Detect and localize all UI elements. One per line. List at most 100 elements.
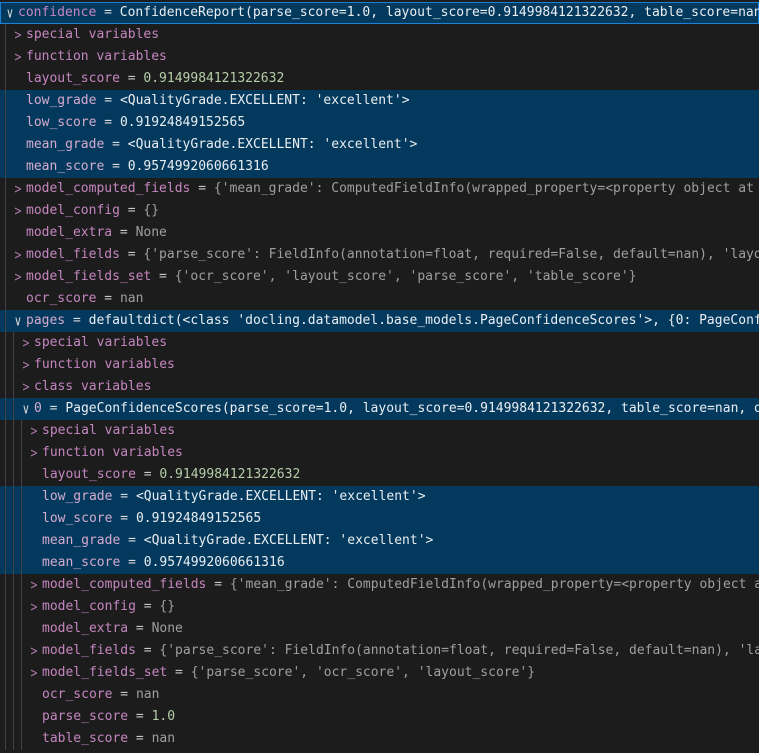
equals-sign: = bbox=[136, 596, 159, 618]
chevron-collapsed-icon[interactable]: > bbox=[10, 266, 25, 288]
variable-row[interactable]: model_extra = None bbox=[0, 222, 759, 244]
variable-row[interactable]: > model_fields = {'parse_score': FieldIn… bbox=[0, 244, 759, 266]
chevron-expanded-icon[interactable]: ∨ bbox=[10, 310, 25, 332]
variable-name: model_computed_fields bbox=[26, 178, 190, 200]
variable-name: ocr_score bbox=[26, 288, 96, 310]
variable-row[interactable]: parse_score = 1.0 bbox=[0, 706, 759, 728]
variable-row[interactable]: ∨ pages = defaultdict(<class 'docling.da… bbox=[0, 310, 759, 332]
variable-row[interactable]: low_grade = <QualityGrade.EXCELLENT: 'ex… bbox=[0, 486, 759, 508]
chevron-collapsed-icon[interactable]: > bbox=[26, 596, 41, 618]
chevron-collapsed-icon[interactable]: > bbox=[10, 178, 25, 200]
variable-value: defaultdict(<class 'docling.datamodel.ba… bbox=[89, 310, 759, 332]
variable-name: class variables bbox=[34, 376, 151, 398]
chevron-collapsed-icon[interactable]: > bbox=[26, 574, 41, 596]
variable-row[interactable]: > model_config = {} bbox=[0, 596, 759, 618]
variable-row[interactable]: > class variables bbox=[0, 376, 759, 398]
variable-name: function variables bbox=[34, 354, 175, 376]
chevron-collapsed-icon[interactable]: > bbox=[26, 420, 41, 442]
equals-sign: = bbox=[120, 244, 143, 266]
variable-row[interactable]: low_score = 0.91924849152565 bbox=[0, 112, 759, 134]
variable-row[interactable]: ocr_score = nan bbox=[0, 288, 759, 310]
equals-sign: = bbox=[128, 618, 151, 640]
variable-name: model_fields bbox=[42, 640, 136, 662]
variable-value: None bbox=[152, 618, 183, 640]
equals-sign: = bbox=[120, 68, 143, 90]
variable-value: <QualityGrade.EXCELLENT: 'excellent'> bbox=[144, 530, 434, 552]
chevron-collapsed-icon[interactable]: > bbox=[26, 442, 41, 464]
variable-row[interactable]: > model_config = {} bbox=[0, 200, 759, 222]
equals-sign: = bbox=[128, 706, 151, 728]
variable-value: <QualityGrade.EXCELLENT: 'excellent'> bbox=[128, 134, 418, 156]
variable-name: special variables bbox=[26, 24, 159, 46]
variable-value: {'parse_score': FieldInfo(annotation=flo… bbox=[143, 244, 759, 266]
chevron-collapsed-icon[interactable]: > bbox=[10, 200, 25, 222]
variable-row[interactable]: layout_score = 0.9149984121322632 bbox=[0, 464, 759, 486]
variable-value: 0.91924849152565 bbox=[136, 508, 261, 530]
variable-row[interactable]: > function variables bbox=[0, 354, 759, 376]
chevron-collapsed-icon[interactable]: > bbox=[10, 24, 25, 46]
variable-value: <QualityGrade.EXCELLENT: 'excellent'> bbox=[120, 90, 410, 112]
debug-variables-panel: ∨ confidence = ConfidenceReport(parse_sc… bbox=[0, 0, 759, 753]
variable-value: {} bbox=[159, 596, 175, 618]
chevron-collapsed-icon[interactable]: > bbox=[18, 376, 33, 398]
variable-value: 0.9574992060661316 bbox=[144, 552, 285, 574]
chevron-collapsed-icon[interactable]: > bbox=[26, 640, 41, 662]
variable-row[interactable]: table_score = nan bbox=[0, 728, 759, 750]
variable-value: {'ocr_score', 'layout_score', 'parse_sco… bbox=[175, 266, 637, 288]
variable-row[interactable]: > function variables bbox=[0, 442, 759, 464]
variable-row[interactable]: low_score = 0.91924849152565 bbox=[0, 508, 759, 530]
variable-value: nan bbox=[136, 684, 159, 706]
variable-row[interactable]: > model_computed_fields = {'mean_grade':… bbox=[0, 574, 759, 596]
chevron-collapsed-icon[interactable]: > bbox=[18, 354, 33, 376]
equals-sign: = bbox=[96, 288, 119, 310]
variable-name: model_extra bbox=[42, 618, 128, 640]
equals-sign: = bbox=[120, 530, 143, 552]
variable-name: confidence bbox=[18, 2, 96, 24]
variable-row[interactable]: ∨ confidence = ConfidenceReport(parse_sc… bbox=[0, 2, 759, 24]
variable-name: special variables bbox=[34, 332, 167, 354]
variable-row[interactable]: > special variables bbox=[0, 420, 759, 442]
variable-name: low_grade bbox=[26, 90, 96, 112]
variable-row[interactable]: > special variables bbox=[0, 332, 759, 354]
chevron-collapsed-icon[interactable]: > bbox=[10, 46, 25, 68]
variable-name: pages bbox=[26, 310, 65, 332]
equals-sign: = bbox=[136, 640, 159, 662]
chevron-collapsed-icon[interactable]: > bbox=[26, 662, 41, 684]
variable-name: mean_grade bbox=[42, 530, 120, 552]
variable-value: None bbox=[136, 222, 167, 244]
variable-name: model_extra bbox=[26, 222, 112, 244]
variable-name: function variables bbox=[42, 442, 183, 464]
variable-row[interactable]: model_extra = None bbox=[0, 618, 759, 640]
equals-sign: = bbox=[128, 728, 151, 750]
variable-row[interactable]: mean_score = 0.9574992060661316 bbox=[0, 552, 759, 574]
variable-row[interactable]: mean_grade = <QualityGrade.EXCELLENT: 'e… bbox=[0, 134, 759, 156]
chevron-expanded-icon[interactable]: ∨ bbox=[2, 2, 17, 24]
variable-row[interactable]: mean_score = 0.9574992060661316 bbox=[0, 156, 759, 178]
chevron-collapsed-icon[interactable]: > bbox=[18, 332, 33, 354]
equals-sign: = bbox=[120, 552, 143, 574]
variable-row[interactable]: mean_grade = <QualityGrade.EXCELLENT: 'e… bbox=[0, 530, 759, 552]
variable-row[interactable]: ocr_score = nan bbox=[0, 684, 759, 706]
variable-row[interactable]: > model_fields_set = {'parse_score', 'oc… bbox=[0, 662, 759, 684]
variable-value: {'mean_grade': ComputedFieldInfo(wrapped… bbox=[214, 178, 759, 200]
chevron-collapsed-icon[interactable]: > bbox=[10, 244, 25, 266]
variable-row[interactable]: > model_fields_set = {'ocr_score', 'layo… bbox=[0, 266, 759, 288]
variables-list: ∨ confidence = ConfidenceReport(parse_sc… bbox=[0, 0, 759, 750]
chevron-expanded-icon[interactable]: ∨ bbox=[18, 398, 33, 420]
variable-name: model_fields_set bbox=[26, 266, 151, 288]
variable-row[interactable]: > model_computed_fields = {'mean_grade':… bbox=[0, 178, 759, 200]
variable-name: ocr_score bbox=[42, 684, 112, 706]
variable-row[interactable]: > model_fields = {'parse_score': FieldIn… bbox=[0, 640, 759, 662]
variable-row[interactable]: ∨ 0 = PageConfidenceScores(parse_score=1… bbox=[0, 398, 759, 420]
variable-row[interactable]: > function variables bbox=[0, 46, 759, 68]
equals-sign: = bbox=[96, 112, 119, 134]
variable-name: layout_score bbox=[26, 68, 120, 90]
equals-sign: = bbox=[206, 574, 229, 596]
variable-row[interactable]: > special variables bbox=[0, 24, 759, 46]
variable-row[interactable]: low_grade = <QualityGrade.EXCELLENT: 'ex… bbox=[0, 90, 759, 112]
variable-value: <QualityGrade.EXCELLENT: 'excellent'> bbox=[136, 486, 426, 508]
variable-name: low_score bbox=[42, 508, 112, 530]
variable-value: {'mean_grade': ComputedFieldInfo(wrapped… bbox=[230, 574, 759, 596]
variable-value: {'parse_score', 'ocr_score', 'layout_sco… bbox=[191, 662, 535, 684]
variable-row[interactable]: layout_score = 0.9149984121322632 bbox=[0, 68, 759, 90]
